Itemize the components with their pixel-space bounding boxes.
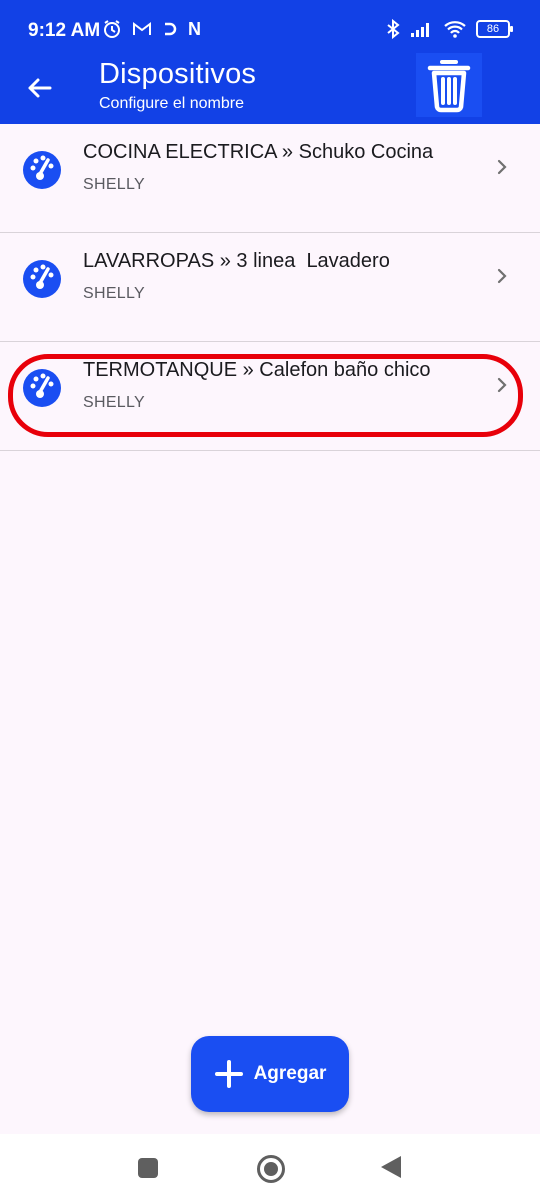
gmail-icon bbox=[133, 22, 151, 35]
bluetooth-icon bbox=[387, 19, 400, 39]
add-device-label: Agregar bbox=[253, 1063, 327, 1084]
page-title: Dispositivos bbox=[99, 58, 257, 90]
gauge-icon bbox=[23, 151, 61, 189]
status-left-icons: N bbox=[102, 19, 201, 40]
recents-button[interactable] bbox=[138, 1158, 158, 1178]
app-icon bbox=[165, 22, 177, 36]
device-row-cocina[interactable]: COCINA ELECTRICA » Schuko Cocina SHELLY bbox=[0, 124, 540, 233]
alarm-icon bbox=[104, 20, 120, 38]
device-type: SHELLY bbox=[83, 285, 145, 302]
signal-icon bbox=[411, 23, 429, 37]
app-bar: Dispositivos Configure el nombre bbox=[0, 53, 540, 124]
back-button[interactable] bbox=[22, 70, 58, 106]
status-time: 9:12 AM bbox=[28, 20, 101, 41]
highlight-annotation bbox=[8, 354, 523, 437]
add-device-button[interactable]: Agregar bbox=[191, 1036, 349, 1112]
wifi-icon bbox=[444, 21, 466, 38]
device-title: LAVARROPAS » 3 linea Lavadero bbox=[83, 250, 390, 272]
trash-icon bbox=[427, 60, 471, 113]
delete-button[interactable] bbox=[416, 53, 482, 117]
system-back-button[interactable] bbox=[381, 1156, 401, 1178]
n-icon: N bbox=[188, 19, 201, 39]
system-nav-bar bbox=[0, 1134, 540, 1200]
gauge-icon bbox=[23, 260, 61, 298]
device-row-lavarropas[interactable]: LAVARROPAS » 3 linea Lavadero SHELLY bbox=[0, 233, 540, 342]
plus-icon bbox=[214, 1060, 243, 1088]
battery-icon: 86 bbox=[476, 20, 513, 38]
device-list: COCINA ELECTRICA » Schuko Cocina SHELLY … bbox=[0, 124, 540, 451]
page-subtitle: Configure el nombre bbox=[99, 95, 244, 112]
device-type: SHELLY bbox=[83, 176, 145, 193]
status-right-icons: 86 bbox=[386, 19, 513, 39]
chevron-right-icon bbox=[497, 159, 507, 175]
arrow-left-icon bbox=[28, 78, 52, 98]
chevron-right-icon bbox=[497, 268, 507, 284]
home-button[interactable] bbox=[257, 1155, 285, 1183]
device-title: COCINA ELECTRICA » Schuko Cocina bbox=[83, 141, 434, 163]
